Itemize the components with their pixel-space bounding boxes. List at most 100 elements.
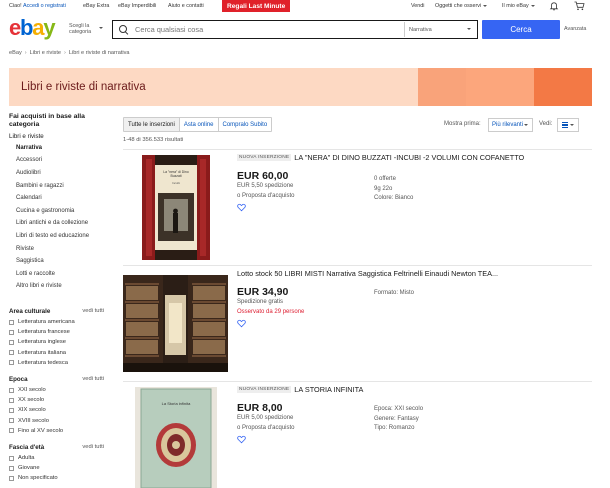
search-bar: Narrativa — [112, 20, 478, 39]
facet-title: Fascia d'età — [9, 444, 45, 451]
sidebar-parent-category[interactable]: Libri e riviste — [9, 133, 109, 140]
see-all-link[interactable]: vedi tutti — [82, 444, 104, 451]
checkbox[interactable] — [9, 350, 14, 356]
top-nav-bar: Ciao! Accedi o registrati eBay Extra eBa… — [0, 0, 610, 12]
ebay-extra-link[interactable]: eBay Extra — [83, 3, 109, 9]
breadcrumb-books[interactable]: Libri e riviste — [30, 50, 61, 56]
chevron-down-icon — [467, 28, 471, 30]
breadcrumb-current: Libri e riviste di narrativa — [68, 50, 130, 56]
time-left: 9g 22o — [374, 185, 393, 192]
listing-title-link[interactable]: Lotto stock 50 LIBRI MISTI Narrativa Sag… — [237, 269, 587, 278]
checkbox[interactable] — [9, 465, 14, 471]
checkbox[interactable] — [9, 329, 14, 335]
listing-info: Lotto stock 50 LIBRI MISTI Narrativa Sag… — [237, 269, 587, 328]
checkbox[interactable] — [9, 455, 14, 461]
sidebar-item-antichi[interactable]: Libri antichi e da collezione — [9, 217, 109, 230]
sidebar: Fai acquisti in base alla categoria Libr… — [9, 113, 109, 481]
advanced-search-link[interactable]: Avanzata — [564, 26, 586, 32]
listing-image[interactable]: La "nera" di Dino Buzzati Incubi — [142, 155, 210, 260]
sidebar-item-saggistica[interactable]: Saggistica — [9, 255, 109, 268]
facet-option[interactable]: XIX secolo — [9, 405, 104, 415]
facet-option[interactable]: XVIII secolo — [9, 416, 104, 426]
sidebar-item-accessori[interactable]: Accessori — [9, 154, 109, 167]
promo-banner-link[interactable]: Regali Last Minute — [222, 0, 291, 12]
watchlist-link[interactable]: Oggetti che osservi — [435, 3, 488, 9]
signin-link[interactable]: Accedi o registrati — [23, 3, 66, 9]
checkbox[interactable] — [9, 339, 14, 345]
page-title: Libri e riviste di narrativa — [21, 81, 146, 93]
checkbox[interactable] — [9, 407, 14, 413]
chevron-down-icon — [530, 4, 535, 7]
facet-option[interactable]: Giovane — [9, 463, 104, 473]
checkbox[interactable] — [9, 397, 14, 403]
facet-option[interactable]: Letteratura inglese — [9, 337, 104, 347]
daily-deals-link[interactable]: eBay Imperdibili — [118, 3, 156, 9]
view-select[interactable] — [557, 118, 579, 132]
new-listing-badge: NUOVA INSERZIONE — [237, 154, 292, 161]
listing-item: Lotto stock 50 LIBRI MISTI Narrativa Sag… — [123, 269, 592, 375]
search-input[interactable] — [135, 25, 415, 34]
facet-option[interactable]: Fino al XV secolo — [9, 426, 104, 436]
chevron-down-icon — [99, 27, 103, 29]
shop-by-category-button[interactable]: Scegli la categoria — [69, 23, 109, 36]
sidebar-item-audiolibri[interactable]: Audiolibri — [9, 167, 109, 180]
checkbox[interactable] — [9, 418, 14, 424]
heart-icon[interactable] — [237, 435, 246, 444]
facet-option[interactable]: Letteratura americana — [9, 317, 104, 327]
tab-all-listings[interactable]: Tutte le inserzioni — [124, 118, 180, 131]
banner-decoration — [418, 68, 466, 106]
facet-option[interactable]: XXI secolo — [9, 385, 104, 395]
listing-title-link[interactable]: NUOVA INSERZIONE LA "NERA" DI DINO BUZZAT… — [237, 153, 587, 162]
help-contact-link[interactable]: Aiuto e contatti — [168, 3, 204, 9]
listing-image[interactable]: La Storia infinita — [135, 387, 217, 488]
listing-title-link[interactable]: NUOVA INSERZIONE LA STORIA INFINITA — [237, 385, 587, 394]
facet-option[interactable]: Letteratura tedesca — [9, 358, 104, 368]
facet-option[interactable]: Non specificato — [9, 473, 104, 483]
sort-select[interactable]: Più rilevanti — [488, 118, 533, 132]
listing-attributes: Formato: Misto — [374, 289, 414, 299]
view-label: Vedi: — [539, 121, 553, 127]
sidebar-item-calendari[interactable]: Calendari — [9, 192, 109, 205]
header: ebay Scegli la categoria Narrativa Cerca… — [0, 14, 610, 44]
see-all-link[interactable]: vedi tutti — [82, 376, 104, 383]
sidebar-item-narrativa[interactable]: Narrativa — [9, 142, 109, 155]
my-ebay-link[interactable]: Il mio eBay — [502, 3, 535, 9]
checkbox[interactable] — [9, 319, 14, 325]
divider — [123, 265, 592, 266]
sidebar-item-altro[interactable]: Altro libri e riviste — [9, 280, 109, 293]
breadcrumb-ebay[interactable]: eBay — [9, 50, 22, 56]
search-icon — [119, 24, 129, 35]
bid-count: 0 offerte — [374, 176, 396, 182]
checkbox[interactable] — [9, 360, 14, 366]
sell-link[interactable]: Vendi — [411, 3, 425, 9]
cover-subtitle: Incubi — [171, 181, 180, 185]
search-category-select[interactable]: Narrativa — [404, 22, 476, 37]
sidebar-item-lotti[interactable]: Lotti e raccolte — [9, 268, 109, 281]
chevron-down-icon — [570, 124, 574, 126]
see-all-link[interactable]: vedi tutti — [82, 308, 104, 315]
facet-option[interactable]: Letteratura francese — [9, 327, 104, 337]
sidebar-item-testo[interactable]: Libri di testo ed educazione — [9, 230, 109, 243]
listing-item: La Storia infinita NUOVA INSERZIONE LA ST… — [123, 385, 592, 488]
tab-auction[interactable]: Asta online — [180, 118, 219, 131]
sidebar-item-riviste[interactable]: Riviste — [9, 243, 109, 256]
facet-option[interactable]: Letteratura italiana — [9, 348, 104, 358]
search-button[interactable]: Cerca — [482, 20, 560, 39]
sidebar-item-bambini[interactable]: Bambini e ragazzi — [9, 180, 109, 193]
facet-option[interactable]: Adulta — [9, 453, 104, 463]
heart-icon[interactable] — [237, 319, 246, 328]
checkbox[interactable] — [9, 387, 14, 393]
listing-image[interactable] — [123, 275, 228, 372]
type-attr: Tipo: Romanzo — [374, 425, 415, 432]
ebay-logo[interactable]: ebay — [9, 17, 56, 39]
breadcrumb: eBay › Libri e riviste › Libri e riviste… — [9, 50, 130, 56]
bell-icon[interactable] — [549, 1, 559, 11]
sidebar-item-cucina[interactable]: Cucina e gastronomia — [9, 205, 109, 218]
cart-icon[interactable] — [574, 1, 585, 11]
checkbox[interactable] — [9, 475, 14, 481]
heart-icon[interactable] — [237, 203, 246, 212]
tab-buy-it-now[interactable]: Compralo Subito — [219, 118, 272, 131]
facet-option[interactable]: XX secolo — [9, 395, 104, 405]
category-list: Narrativa Accessori Audiolibri Bambini e… — [9, 142, 109, 293]
checkbox[interactable] — [9, 428, 14, 434]
